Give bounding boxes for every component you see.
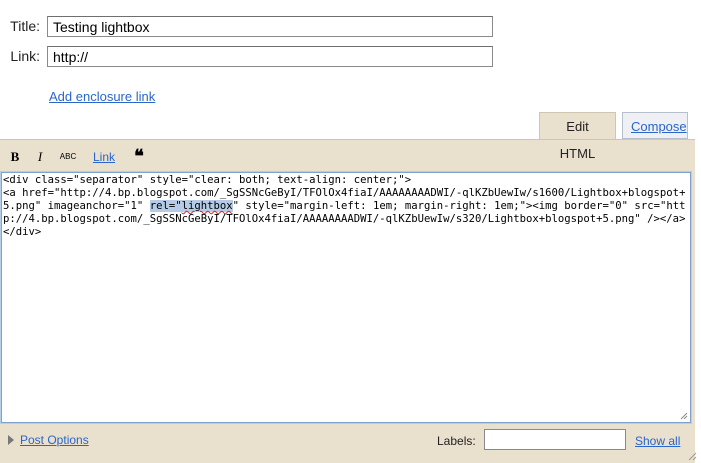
expand-triangle-icon (8, 435, 14, 445)
resize-grip-icon[interactable] (680, 412, 688, 420)
bold-button[interactable]: B (9, 149, 21, 165)
editor-footer: Post Options Labels: Show all (0, 426, 695, 456)
html-code-textarea[interactable]: <div class="separator" style="clear: bot… (1, 172, 691, 423)
italic-button[interactable]: I (35, 149, 45, 165)
title-label: Title: (10, 18, 40, 34)
code-selection: rel="lightbox (149, 200, 233, 212)
tab-compose[interactable]: Compose (622, 112, 688, 139)
post-options-toggle[interactable]: Post Options (8, 433, 89, 447)
add-enclosure-link[interactable]: Add enclosure link (49, 89, 155, 104)
show-all-link[interactable]: Show all (635, 434, 680, 448)
link-label: Link: (10, 48, 40, 64)
blockquote-icon[interactable]: ❝ (131, 147, 147, 165)
spellcheck-button[interactable]: ABC (58, 149, 78, 165)
format-toolbar: B I ABC Link ❝ (0, 140, 692, 172)
code-misspelled-word: lightbox (181, 200, 233, 212)
tab-edit-html[interactable]: Edit HTML (539, 112, 616, 161)
labels-input[interactable] (484, 429, 626, 450)
link-button[interactable]: Link (91, 149, 117, 165)
link-input[interactable] (47, 46, 493, 67)
window-resize-icon[interactable] (688, 452, 697, 461)
post-options-link[interactable]: Post Options (20, 433, 89, 447)
title-input[interactable] (47, 16, 493, 37)
code-selected-prefix: rel=" (149, 200, 182, 212)
labels-label: Labels: (437, 434, 476, 448)
